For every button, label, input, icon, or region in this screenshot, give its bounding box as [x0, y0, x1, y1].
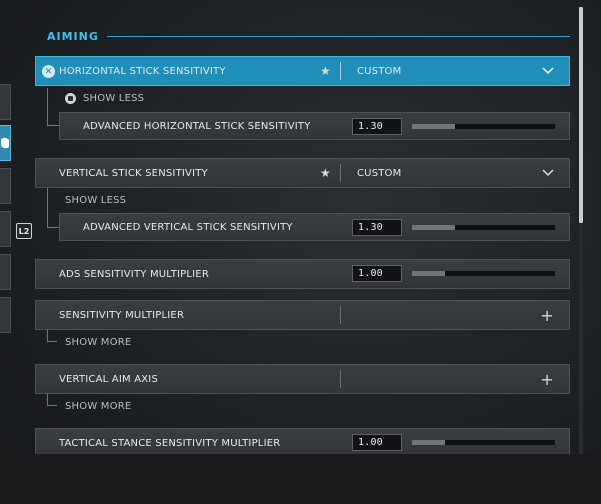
show-less-link-vertical[interactable]: SHOW LESS	[65, 195, 126, 206]
value-input[interactable]: 1.30	[352, 118, 402, 135]
star-icon[interactable]: ★	[320, 64, 331, 78]
sensitivity-slider[interactable]	[412, 124, 555, 129]
slider-fill	[412, 225, 455, 230]
bottom-fade	[0, 454, 601, 504]
rail-tab-5[interactable]	[0, 254, 11, 290]
setting-label: HORIZONTAL STICK SENSITIVITY	[59, 65, 226, 77]
plus-icon[interactable]: +	[540, 306, 554, 325]
chevron-down-icon[interactable]	[542, 65, 554, 77]
divider	[340, 164, 341, 182]
section-divider	[106, 35, 570, 37]
setting-value: CUSTOM	[357, 65, 402, 77]
scrollbar-thumb[interactable]	[579, 7, 583, 223]
setting-label: SENSITIVITY MULTIPLIER	[59, 309, 185, 321]
setting-label: VERTICAL AIM AXIS	[59, 373, 158, 385]
sensitivity-slider[interactable]	[412, 225, 555, 230]
sensitivity-slider[interactable]	[412, 440, 555, 445]
sensitivity-multiplier-row[interactable]: SENSITIVITY MULTIPLIER +	[35, 300, 570, 330]
value-input[interactable]: 1.30	[352, 219, 402, 236]
vertical-aim-axis-row[interactable]: VERTICAL AIM AXIS +	[35, 364, 570, 394]
setting-value: CUSTOM	[357, 167, 402, 179]
tree-connector	[47, 330, 57, 342]
rail-tab-controller[interactable]	[0, 125, 11, 161]
chevron-down-icon[interactable]	[542, 167, 554, 179]
setting-label: ADVANCED VERTICAL STICK SENSITIVITY	[83, 221, 293, 233]
divider	[340, 306, 341, 324]
show-less-link-horizontal[interactable]: SHOW LESS	[83, 93, 144, 104]
setting-label: ADS SENSITIVITY MULTIPLIER	[59, 268, 209, 280]
section-title: AIMING	[47, 29, 99, 43]
ads-sensitivity-multiplier-row[interactable]: ADS SENSITIVITY MULTIPLIER 1.00	[35, 259, 570, 289]
close-icon[interactable]: ✕	[42, 65, 55, 78]
slider-fill	[412, 440, 445, 445]
advanced-horizontal-stick-sensitivity-row[interactable]: ADVANCED HORIZONTAL STICK SENSITIVITY 1.…	[59, 112, 570, 140]
star-icon[interactable]: ★	[320, 166, 331, 180]
setting-label: VERTICAL STICK SENSITIVITY	[59, 167, 208, 179]
setting-label: TACTICAL STANCE SENSITIVITY MULTIPLIER	[59, 437, 281, 449]
l2-button-icon: L2	[16, 223, 32, 239]
tree-connector	[47, 394, 57, 406]
rail-tab-3[interactable]	[0, 168, 11, 204]
tree-connector	[47, 88, 59, 126]
setting-label: ADVANCED HORIZONTAL STICK SENSITIVITY	[83, 120, 311, 132]
controller-icon	[1, 137, 9, 149]
rail-tab-1[interactable]	[0, 84, 11, 120]
slider-fill	[412, 271, 445, 276]
value-input[interactable]: 1.00	[352, 265, 402, 282]
rail-tab-6[interactable]	[0, 297, 11, 333]
sensitivity-slider[interactable]	[412, 271, 555, 276]
section-header-aiming: AIMING	[47, 29, 570, 43]
show-more-link-sensitivity[interactable]: SHOW MORE	[65, 337, 131, 348]
horizontal-stick-sensitivity-row[interactable]: ✕ HORIZONTAL STICK SENSITIVITY ★ CUSTOM	[35, 56, 570, 86]
slider-fill	[412, 124, 455, 129]
divider	[340, 62, 341, 80]
plus-icon[interactable]: +	[540, 370, 554, 389]
vertical-stick-sensitivity-row[interactable]: VERTICAL STICK SENSITIVITY ★ CUSTOM	[35, 158, 570, 188]
rail-tab-4[interactable]	[0, 211, 11, 247]
advanced-vertical-stick-sensitivity-row[interactable]: ADVANCED VERTICAL STICK SENSITIVITY 1.30	[59, 213, 570, 241]
value-input[interactable]: 1.00	[352, 434, 402, 451]
show-more-link-vertical-aim[interactable]: SHOW MORE	[65, 401, 131, 412]
tree-connector	[47, 188, 59, 228]
divider	[340, 370, 341, 388]
toggle-button-icon	[65, 93, 76, 104]
